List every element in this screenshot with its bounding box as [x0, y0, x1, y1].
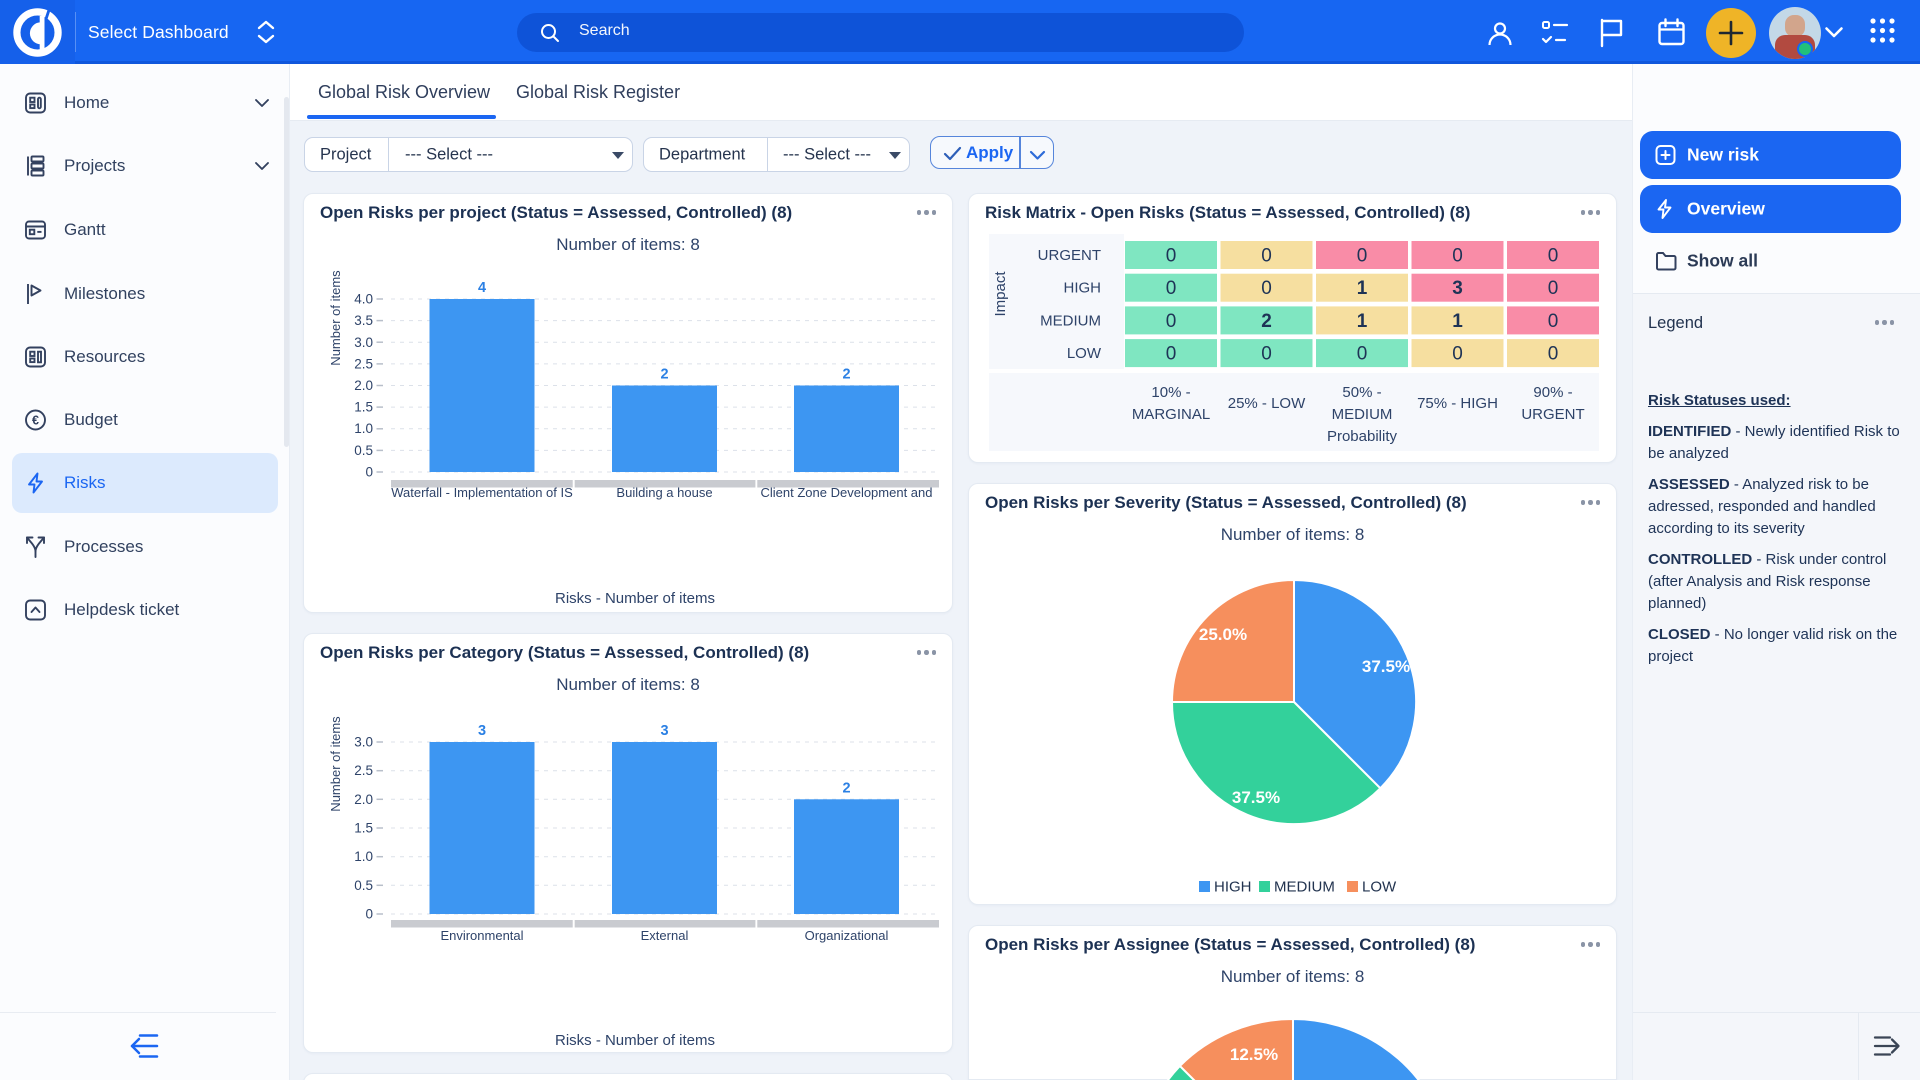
svg-text:3: 3	[660, 723, 668, 739]
svg-text:MEDIUM: MEDIUM	[1332, 406, 1393, 423]
svg-text:25% - LOW: 25% - LOW	[1228, 395, 1306, 412]
svg-text:Risks - Number of items: Risks - Number of items	[555, 1032, 715, 1049]
svg-text:3: 3	[478, 723, 486, 739]
svg-text:3.0: 3.0	[354, 735, 373, 750]
svg-text:0.5: 0.5	[354, 443, 373, 458]
svg-text:External: External	[641, 928, 689, 943]
svg-text:1.0: 1.0	[354, 421, 373, 436]
svg-text:2: 2	[1261, 311, 1272, 332]
svg-text:0: 0	[365, 907, 373, 922]
svg-text:10% -: 10% -	[1151, 384, 1190, 401]
svg-text:3.5: 3.5	[354, 313, 373, 328]
svg-text:3: 3	[1452, 278, 1463, 299]
svg-text:75% - HIGH: 75% - HIGH	[1417, 395, 1498, 412]
svg-text:Probability: Probability	[1327, 428, 1398, 445]
svg-text:0: 0	[1261, 246, 1272, 267]
svg-text:37.5%: 37.5%	[1232, 788, 1280, 807]
svg-text:€: €	[32, 413, 39, 427]
svg-text:Number of items: Number of items	[328, 270, 343, 366]
svg-text:25.0%: 25.0%	[1199, 625, 1247, 644]
svg-text:Risks - Number of items: Risks - Number of items	[555, 590, 715, 607]
svg-text:Client Zone Development and: Client Zone Development and	[761, 485, 933, 500]
svg-text:0: 0	[1548, 246, 1559, 267]
svg-text:2: 2	[842, 780, 850, 796]
svg-text:0: 0	[1261, 278, 1272, 299]
svg-text:LOW: LOW	[1067, 345, 1102, 362]
svg-text:0: 0	[1548, 311, 1559, 332]
svg-text:Impact: Impact	[992, 271, 1009, 317]
svg-text:1.5: 1.5	[354, 821, 373, 836]
svg-text:0: 0	[365, 465, 373, 480]
svg-text:4: 4	[478, 280, 486, 296]
svg-text:Waterfall - Implementation of: Waterfall - Implementation of IS	[391, 485, 573, 500]
svg-text:0.5: 0.5	[354, 878, 373, 893]
svg-text:1.5: 1.5	[354, 400, 373, 415]
svg-text:2.0: 2.0	[354, 792, 373, 807]
svg-text:0: 0	[1452, 246, 1463, 267]
svg-text:Organizational: Organizational	[805, 928, 889, 943]
svg-text:0: 0	[1357, 344, 1368, 365]
svg-text:2: 2	[842, 367, 850, 383]
svg-text:1: 1	[1357, 311, 1368, 332]
svg-text:0: 0	[1452, 344, 1463, 365]
svg-text:0: 0	[1166, 344, 1177, 365]
svg-text:MEDIUM: MEDIUM	[1274, 879, 1335, 896]
svg-text:HIGH: HIGH	[1214, 879, 1252, 896]
svg-text:0: 0	[1357, 246, 1368, 267]
svg-text:URGENT: URGENT	[1521, 406, 1584, 423]
svg-text:4.0: 4.0	[354, 292, 373, 307]
svg-text:MEDIUM: MEDIUM	[1040, 312, 1101, 329]
svg-text:12.5%: 12.5%	[1230, 1045, 1278, 1064]
svg-text:2.5: 2.5	[354, 356, 373, 371]
svg-text:0: 0	[1166, 246, 1177, 267]
svg-text:37.5%: 37.5%	[1362, 657, 1410, 676]
svg-text:Number of items: Number of items	[328, 716, 343, 812]
svg-text:URGENT: URGENT	[1038, 247, 1101, 264]
svg-text:0: 0	[1548, 278, 1559, 299]
svg-text:2: 2	[660, 367, 668, 383]
svg-text:2.0: 2.0	[354, 378, 373, 393]
svg-text:90% -: 90% -	[1533, 384, 1572, 401]
svg-text:0: 0	[1166, 278, 1177, 299]
svg-text:0: 0	[1548, 344, 1559, 365]
svg-text:1: 1	[1357, 278, 1368, 299]
svg-text:2.5: 2.5	[354, 763, 373, 778]
svg-text:LOW: LOW	[1362, 879, 1397, 896]
svg-text:0: 0	[1166, 311, 1177, 332]
svg-text:Building a house: Building a house	[616, 485, 712, 500]
svg-text:HIGH: HIGH	[1064, 280, 1102, 297]
svg-text:50% -: 50% -	[1342, 384, 1381, 401]
svg-text:0: 0	[1261, 344, 1272, 365]
svg-text:Environmental: Environmental	[440, 928, 523, 943]
svg-text:MARGINAL: MARGINAL	[1132, 406, 1210, 423]
svg-text:1.0: 1.0	[354, 849, 373, 864]
svg-text:3.0: 3.0	[354, 335, 373, 350]
svg-text:1: 1	[1452, 311, 1463, 332]
